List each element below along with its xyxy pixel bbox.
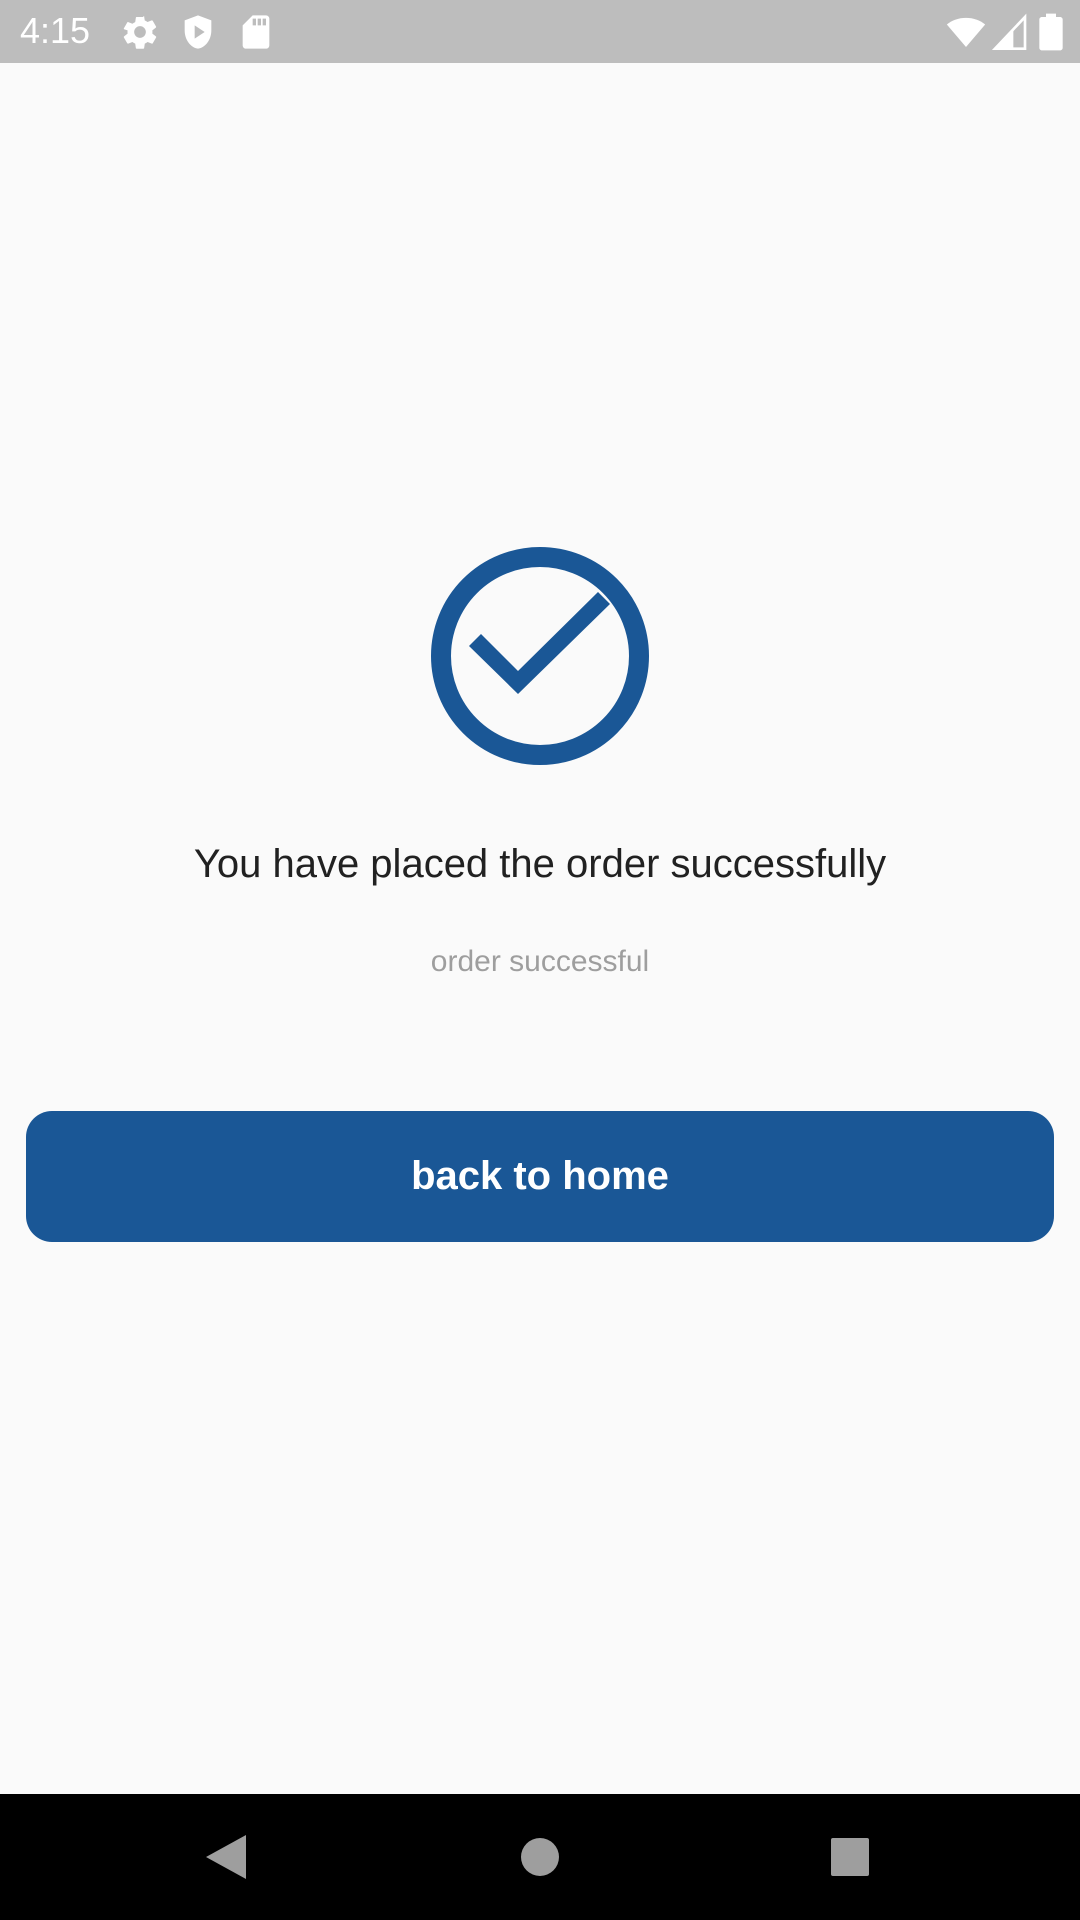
success-subtitle: order successful [430, 945, 650, 978]
signal-icon [990, 12, 1030, 52]
success-title: You have placed the order successfully [193, 842, 887, 886]
check-circle-icon [430, 546, 650, 766]
navigation-bar [0, 1794, 1080, 1920]
status-bar: 4:15 [0, 0, 1080, 63]
back-triangle-icon[interactable] [196, 1827, 256, 1887]
battery-icon [1036, 12, 1066, 52]
shield-play-icon [178, 12, 218, 52]
recents-square-icon[interactable] [820, 1827, 880, 1887]
wifi-icon [944, 12, 988, 52]
gear-icon [120, 12, 160, 52]
home-circle-icon[interactable] [510, 1827, 570, 1887]
sd-card-icon [236, 12, 276, 52]
back-to-home-button[interactable]: back to home [26, 1111, 1054, 1242]
order-success-screen: 4:15 You have placed the order successfu… [0, 0, 1080, 1920]
status-time: 4:15 [20, 10, 91, 51]
